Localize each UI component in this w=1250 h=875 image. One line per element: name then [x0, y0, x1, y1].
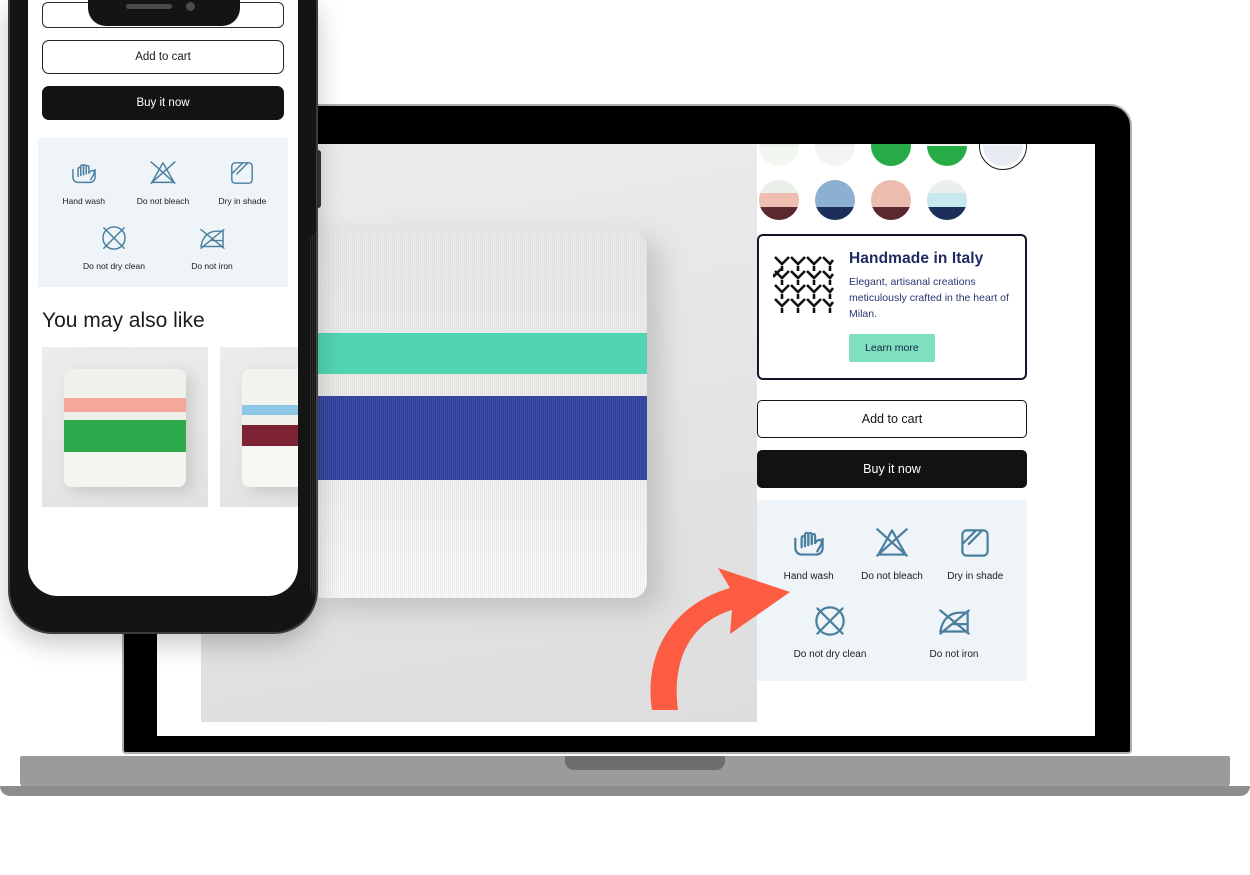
do-not-bleach-icon: [127, 156, 199, 190]
knit-stitch-icon: [766, 254, 835, 316]
care-item-label: Do not bleach: [861, 571, 923, 583]
laptop-base: [0, 756, 1250, 800]
do-not-bleach-icon: [854, 522, 930, 564]
learn-more-button[interactable]: Learn more: [849, 334, 935, 363]
dry-in-shade-icon: [937, 522, 1013, 564]
care-item: Do not dry clean: [78, 221, 150, 272]
thumbnail-band: [242, 424, 298, 446]
recommendations-title: You may also like: [42, 309, 205, 333]
laptop-base-shadow: [0, 786, 1250, 796]
swatch-band: [871, 180, 911, 194]
mockup-stage: Handmade in Italy Elegant, artisanal cre…: [0, 0, 1250, 875]
swatch-green[interactable]: [871, 144, 911, 166]
add-to-cart-button[interactable]: Add to cart: [757, 400, 1027, 439]
thumbnail-band: [64, 369, 186, 398]
laptop-base-slab: [20, 756, 1230, 788]
color-swatches-row-2: [757, 180, 1063, 220]
care-item-label: Hand wash: [62, 196, 105, 206]
do-not-iron-icon: [916, 600, 992, 642]
dry-in-shade-icon: [206, 156, 278, 190]
thumbnail-band: [242, 445, 298, 488]
color-swatches-row-1: [757, 144, 1063, 170]
swatch-band: [815, 206, 855, 220]
hand-wash-icon: [48, 156, 120, 190]
phone-mockup: Add to cart Buy it now Hand wash Do not …: [8, 0, 321, 634]
care-item-label: Do not iron: [929, 648, 979, 660]
mobile-care-row-2: Do not dry clean Do not iron: [44, 221, 282, 272]
swatch-band: [759, 193, 799, 207]
care-item: Do not bleach: [127, 156, 199, 207]
product-thumbnail-image: [64, 369, 186, 488]
swatch-band: [759, 206, 799, 220]
phone-side-button: [317, 150, 321, 208]
swatch-band: [815, 180, 855, 194]
product-thumbnail-image: [242, 369, 298, 488]
cushion-band-mint: [309, 333, 647, 374]
swatch-band: [815, 146, 855, 166]
swatch-pale-blue[interactable]: [979, 144, 1027, 170]
thumbnail-band: [242, 369, 298, 405]
phone-notch: [88, 0, 240, 26]
thumbnail-band: [64, 419, 186, 452]
thumbnail-band: [242, 415, 298, 425]
do-not-dry-clean-icon: [78, 221, 150, 255]
thumbnail-band: [64, 411, 186, 420]
do-not-iron-icon: [176, 221, 248, 255]
care-item: Do not iron: [916, 600, 992, 662]
care-item-label: Do not iron: [191, 260, 233, 271]
cushion-band-bottom: [309, 480, 647, 598]
care-item-label: Dry in shade: [947, 571, 1004, 583]
hand-wash-icon: [771, 522, 847, 564]
buy-it-now-button[interactable]: Buy it now: [757, 450, 1027, 489]
care-item: Dry in shade: [937, 522, 1013, 584]
cushion-band-blue: [309, 395, 647, 481]
swatch-band: [927, 180, 967, 194]
laptop-base-notch: [565, 756, 725, 770]
swatch-band: [983, 146, 1023, 166]
promo-body: Elegant, artisanal creations meticulousl…: [849, 276, 1009, 320]
phone-camera-icon: [186, 2, 195, 11]
care-item: Do not iron: [176, 221, 248, 272]
care-item: Hand wash: [48, 156, 120, 207]
phone-speaker-icon: [126, 4, 172, 9]
swatch-blush-burgundy[interactable]: [759, 180, 799, 220]
handmade-promo-card: Handmade in Italy Elegant, artisanal cre…: [757, 234, 1027, 381]
swatch-band: [871, 193, 911, 207]
swatch-band: [927, 193, 967, 207]
care-item: Do not bleach: [854, 522, 930, 584]
thumbnail-band: [242, 404, 298, 416]
recommended-products-row: [28, 347, 298, 508]
recommended-product-cushion-blue-maroon[interactable]: [220, 347, 298, 508]
swatch-band: [871, 146, 911, 166]
swatch-band: [759, 146, 799, 166]
mobile-buy-it-now-button[interactable]: Buy it now: [42, 86, 284, 120]
callout-arrow-to-care-icons: [638, 562, 808, 712]
swatch-sky-navy[interactable]: [927, 180, 967, 220]
swatch-band: [815, 193, 855, 207]
swatch-band: [759, 180, 799, 194]
swatch-steel-navy[interactable]: [815, 180, 855, 220]
mobile-care-instructions-panel: Hand wash Do not bleach Dry in shade Do …: [38, 138, 288, 288]
swatch-peach-maroon[interactable]: [871, 180, 911, 220]
recommended-product-cushion-pink-green[interactable]: [42, 347, 208, 508]
mobile-add-to-cart-button[interactable]: Add to cart: [42, 40, 284, 74]
cushion-band-gap: [309, 373, 647, 396]
mobile-care-row-1: Hand wash Do not bleach Dry in shade: [44, 156, 282, 207]
thumbnail-band: [64, 397, 186, 412]
care-item-label: Do not dry clean: [83, 260, 145, 271]
product-photo-cushion: [309, 230, 647, 598]
swatch-band: [927, 206, 967, 220]
cushion-band-top: [309, 230, 647, 334]
swatch-grey-white[interactable]: [815, 144, 855, 166]
swatch-sage-white[interactable]: [759, 144, 799, 166]
care-item-label: Dry in shade: [218, 196, 267, 206]
swatch-green-light[interactable]: [927, 144, 967, 166]
care-item: Dry in shade: [206, 156, 278, 207]
swatch-band: [871, 206, 911, 220]
promo-title: Handmade in Italy: [849, 250, 984, 267]
thumbnail-band: [64, 451, 186, 488]
swatch-band: [927, 146, 967, 166]
care-item-label: Do not bleach: [136, 196, 190, 206]
phone-screen: Add to cart Buy it now Hand wash Do not …: [28, 0, 298, 596]
